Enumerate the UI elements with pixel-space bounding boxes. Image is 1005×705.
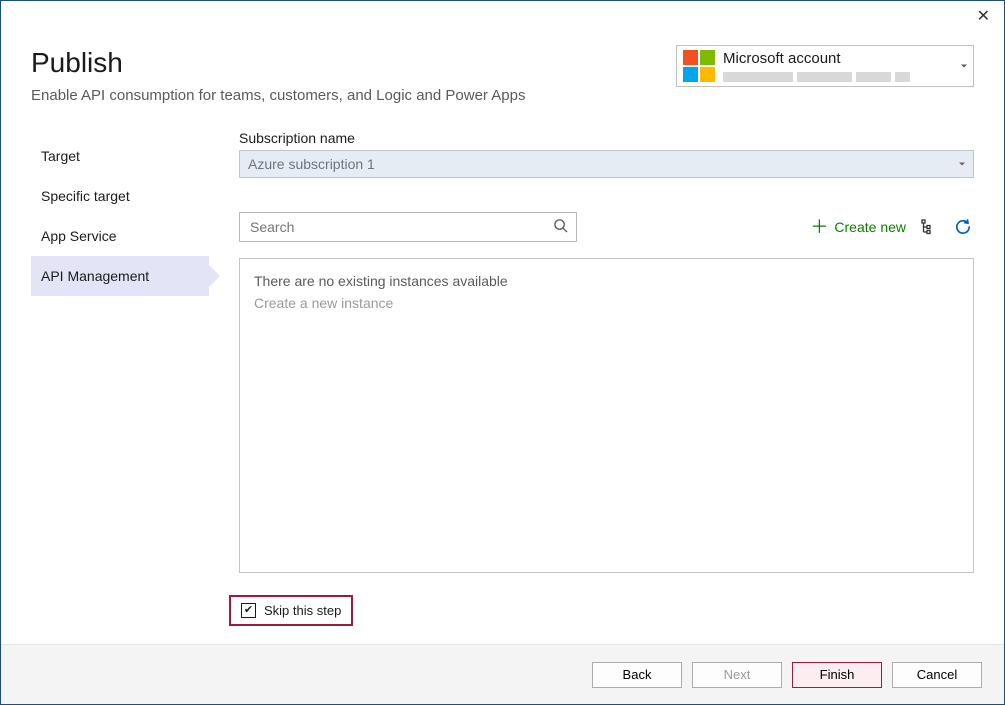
create-new-label: Create new	[834, 219, 906, 235]
refresh-icon[interactable]	[952, 216, 974, 238]
wizard-sidebar: Target Specific target App Service API M…	[31, 130, 209, 644]
dialog-footer: Back Next Finish Cancel	[1, 644, 1004, 704]
cancel-button[interactable]: Cancel	[892, 662, 982, 688]
skip-step-label: Skip this step	[264, 603, 341, 618]
account-provider: Microsoft account	[723, 50, 910, 68]
tree-view-icon[interactable]	[918, 216, 940, 238]
next-button: Next	[692, 662, 782, 688]
account-picker[interactable]: Microsoft account	[676, 45, 974, 87]
page-subtitle: Enable API consumption for teams, custom…	[31, 85, 525, 106]
search-input[interactable]	[248, 218, 553, 236]
sidebar-item-label: Target	[41, 148, 80, 164]
dialog-header: Publish Enable API consumption for teams…	[1, 1, 1004, 130]
plus-icon: ＋	[810, 218, 828, 236]
subscription-dropdown[interactable]: Azure subscription 1	[239, 150, 974, 178]
account-text: Microsoft account	[723, 50, 910, 82]
subscription-value: Azure subscription 1	[248, 156, 375, 172]
dialog-body: Target Specific target App Service API M…	[1, 130, 1004, 644]
page-title: Publish	[31, 47, 525, 79]
sidebar-item-label: API Management	[41, 268, 149, 284]
empty-message: There are no existing instances availabl…	[254, 273, 959, 289]
instances-list[interactable]: There are no existing instances availabl…	[239, 258, 974, 573]
sidebar-item-target[interactable]: Target	[31, 136, 209, 176]
create-new-button[interactable]: ＋ Create new	[810, 218, 906, 236]
sidebar-item-specific-target[interactable]: Specific target	[31, 176, 209, 216]
sidebar-item-label: Specific target	[41, 188, 130, 204]
back-button[interactable]: Back	[592, 662, 682, 688]
search-icon	[553, 218, 568, 236]
chevron-down-icon	[961, 65, 967, 68]
chevron-down-icon	[959, 163, 965, 166]
account-email-redacted	[723, 72, 910, 82]
tool-row: ＋ Create new	[239, 212, 974, 242]
skip-step-checkbox[interactable]: ✔	[241, 603, 256, 618]
empty-hint: Create a new instance	[254, 295, 959, 311]
publish-dialog: ✕ Publish Enable API consumption for tea…	[0, 0, 1005, 705]
subscription-label: Subscription name	[239, 130, 974, 146]
skip-step-highlight: ✔ Skip this step	[229, 595, 353, 626]
microsoft-logo-icon	[683, 50, 715, 82]
main-panel: Subscription name Azure subscription 1	[209, 130, 974, 644]
sidebar-item-api-management[interactable]: API Management	[31, 256, 209, 296]
finish-button[interactable]: Finish	[792, 662, 882, 688]
sidebar-item-label: App Service	[41, 228, 116, 244]
title-block: Publish Enable API consumption for teams…	[31, 19, 525, 130]
search-box[interactable]	[239, 212, 577, 242]
sidebar-item-app-service[interactable]: App Service	[31, 216, 209, 256]
close-icon[interactable]: ✕	[977, 9, 990, 25]
